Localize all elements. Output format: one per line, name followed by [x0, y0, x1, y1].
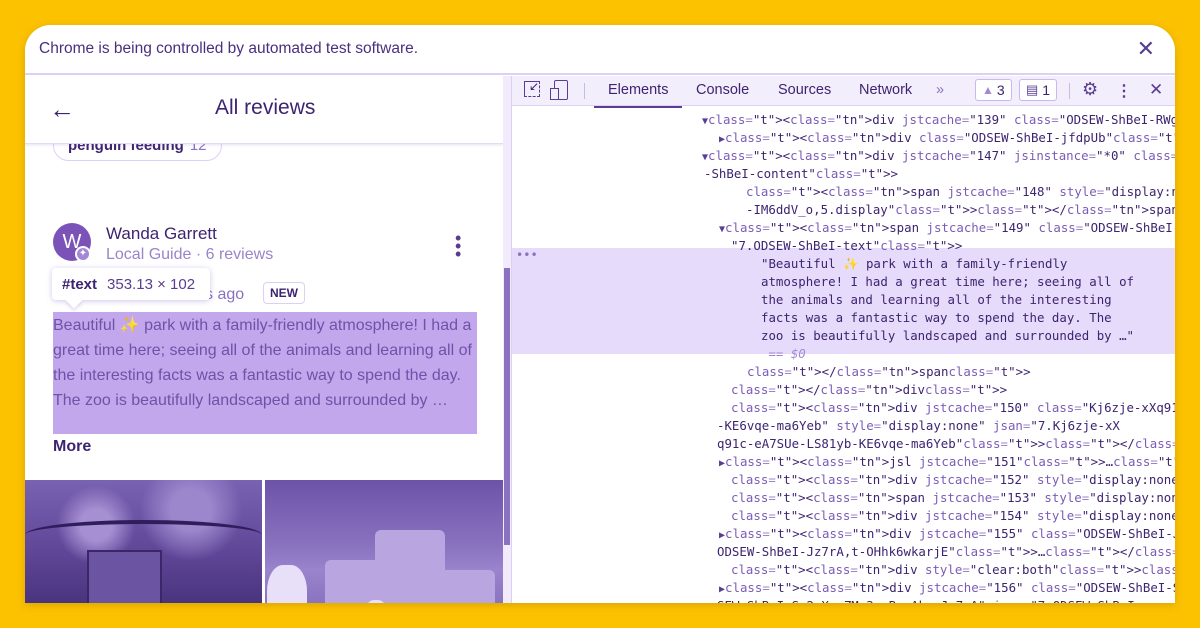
tab-network[interactable]: Network [859, 82, 912, 98]
automation-infobar: Chrome is being controlled by automated … [25, 25, 1175, 75]
tooltip-size: 353.13 × 102 [107, 275, 196, 293]
messages-badge[interactable]: ▤ 1 [1019, 79, 1058, 101]
dom-tree-line[interactable]: atmosphere! I had a great time here; see… [761, 273, 1134, 291]
devtools-toolbar: Elements Console Sources Network » ▲3 ▤1… [512, 76, 1175, 108]
dom-tree-line[interactable]: class="t"><class="tn">div jstcache="154"… [731, 507, 1175, 525]
warning-icon: ▲ [982, 83, 994, 97]
dom-tree-line[interactable]: ▶class="t"><class="tn">div jstcache="155… [719, 525, 1175, 543]
dom-tree-line[interactable]: ▼class="t"><class="tn">div jstcache="139… [702, 111, 1175, 129]
new-badge: NEW [263, 282, 305, 304]
dom-tree-line[interactable]: -KE6vqe-ma6Yeb" style="display:none" jsa… [717, 417, 1120, 435]
more-tabs-button[interactable]: » [936, 82, 944, 98]
tooltip-node: #text [62, 275, 98, 293]
dom-tree-line[interactable]: -IM6ddV_o,5.display"class="t">>class="t"… [746, 201, 1175, 219]
zoo-gate-photo[interactable] [25, 480, 262, 603]
dom-tree-line[interactable]: -ShBeI-content"class="t">> [704, 165, 898, 183]
arrow-left-icon[interactable]: ← [49, 94, 75, 125]
page-title: All reviews [215, 96, 316, 119]
rock [325, 560, 415, 603]
penguin [267, 565, 307, 603]
reviews-panel: ← All reviews penguin feeding 12 W ✦ Wand… [25, 76, 503, 603]
dom-tree-line[interactable]: class="t"><class="tn">span jstcache="148… [746, 183, 1175, 201]
tab-elements[interactable]: Elements [593, 82, 684, 108]
dom-tree-line[interactable]: ▶class="t"><class="tn">div jstcache="156… [719, 579, 1175, 597]
dom-tree-line[interactable]: ODSEW-ShBeI-Jz7rA,t-OHhk6wkarjE"class="t… [717, 543, 1175, 561]
tab-console[interactable]: Console [696, 82, 749, 98]
inspect-tooltip: #text 353.13 × 102 [52, 268, 210, 300]
dom-tree-line[interactable]: "7.ODSEW-ShBeI-text"class="t">> [731, 237, 962, 255]
more-link[interactable]: More [53, 438, 91, 456]
dom-tree-line[interactable]: ▶class="t"><class="tn">jsl jstcache="151… [719, 453, 1175, 471]
toolbar-divider [1069, 83, 1070, 99]
gate-sign [87, 550, 162, 603]
review-time: s ago [205, 286, 245, 303]
gate-arch [25, 520, 262, 550]
reviews-header: ← All reviews [25, 76, 503, 144]
browser-window: Chrome is being controlled by automated … [25, 25, 1175, 603]
dom-tree-line[interactable]: ▼class="t"><class="tn">span jstcache="14… [719, 219, 1175, 237]
review-text: Beautiful ✨ park with a family-friendly … [53, 317, 472, 409]
warnings-count: 3 [996, 82, 1005, 98]
dom-tree-line[interactable]: SEW-ShBeI-Sc2xXc-ZMv3u-BuvAkc-Jz7rA" jsa… [717, 597, 1135, 603]
tab-sources[interactable]: Sources [778, 82, 831, 98]
dom-tree-line[interactable]: zoo is beautifully landscaped and surrou… [761, 327, 1134, 345]
gear-icon[interactable]: ⚙ [1082, 79, 1098, 100]
local-guide-badge-icon: ✦ [75, 246, 91, 262]
dom-tree-line[interactable]: q91c-eA7SUe-LS81yb-KE6vqe-ma6Yeb"class="… [717, 435, 1175, 453]
dom-tree-line[interactable]: facts was a fantastic way to spend the d… [761, 309, 1112, 327]
infobar-message: Chrome is being controlled by automated … [39, 40, 419, 57]
warnings-badge[interactable]: ▲ 3 [975, 79, 1012, 101]
message-icon: ▤ [1026, 82, 1039, 97]
dom-tree-line[interactable]: the animals and learning all of the inte… [761, 291, 1112, 309]
node-actions-icon[interactable]: ••• [516, 248, 538, 262]
inspect-element-icon[interactable] [524, 81, 540, 97]
more-vert-icon[interactable]: • • • [455, 229, 461, 263]
penguin-exhibit-photo[interactable] [265, 480, 503, 603]
dom-tree-line[interactable]: class="t"><class="tn">span jstcache="153… [731, 489, 1175, 507]
toolbar-divider [584, 83, 585, 99]
rock [415, 570, 495, 603]
scrollbar-thumb[interactable] [504, 268, 510, 545]
dom-tree-line[interactable]: class="t"><class="tn">div jstcache="150"… [731, 399, 1175, 417]
close-icon[interactable]: ✕ [1149, 80, 1163, 100]
dom-tree-line[interactable]: class="t"></class="tn">divclass="t">> [731, 381, 1007, 399]
dom-tree-line[interactable]: class="t"><class="tn">div style="clear:b… [731, 561, 1175, 579]
device-toolbar-icon[interactable] [550, 80, 568, 100]
close-icon[interactable]: ✕ [1137, 37, 1155, 61]
reviewer-meta: Local Guide · 6 reviews [106, 246, 274, 263]
dom-tree-line[interactable]: ▶class="t"><class="tn">div class="ODSEW-… [719, 129, 1175, 147]
dom-tree-line[interactable]: class="t"><class="tn">div jstcache="152"… [731, 471, 1175, 489]
dom-tree-line[interactable]: class="t"></class="tn">spanclass="t">> [747, 363, 1031, 381]
elements-tree: ••• ▼class="t"><class="tn">div jstcache=… [512, 107, 1175, 603]
dom-tree-line[interactable]: "Beautiful ✨ park with a family-friendly [761, 255, 1067, 273]
dom-tree-line[interactable]: ▼class="t"><class="tn">div jstcache="147… [702, 147, 1175, 165]
dom-tree-line[interactable]: == $0 [761, 345, 805, 363]
devtools-panel: Elements Console Sources Network » ▲3 ▤1… [511, 76, 1175, 603]
more-vert-icon[interactable]: ⋮ [1116, 81, 1132, 101]
messages-count: 1 [1042, 82, 1051, 98]
reviewer-name[interactable]: Wanda Garrett [106, 224, 217, 244]
